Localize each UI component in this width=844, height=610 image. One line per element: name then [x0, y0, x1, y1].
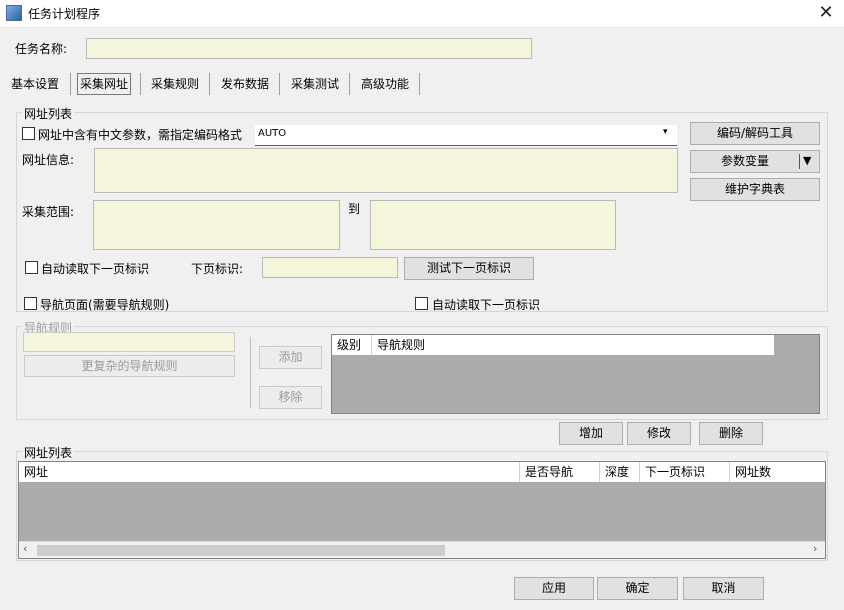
nav-rule-input[interactable] — [23, 332, 235, 352]
column-header-next-mark[interactable]: 下一页标识 — [640, 462, 730, 482]
chinese-param-label: 网址中含有中文参数，需指定编码格式 — [38, 128, 243, 142]
tab-separator — [140, 73, 141, 95]
nav-page-label: 导航页面(需要导航规则) — [40, 298, 170, 312]
range-start-input[interactable] — [93, 200, 340, 250]
range-end-input[interactable] — [370, 200, 616, 250]
cancel-button[interactable]: 取消 — [683, 577, 764, 600]
column-header-url-count[interactable]: 网址数 — [730, 462, 825, 482]
tab-basic-settings[interactable]: 基本设置 — [9, 71, 61, 97]
url-table-header: 网址 是否导航 深度 下一页标识 网址数 — [19, 462, 825, 482]
nav-page-checkbox[interactable] — [24, 297, 37, 310]
chevron-right-icon[interactable]: › — [813, 542, 817, 555]
nav-rules-table-header: 级别 导航规则 — [332, 335, 774, 355]
auto-next-checkbox[interactable] — [25, 261, 38, 274]
close-button[interactable]: ✕ — [808, 0, 844, 28]
url-list-group-title: 网址列表 — [22, 105, 75, 122]
tab-collect-rules[interactable]: 采集规则 — [149, 71, 201, 97]
url-info-input[interactable] — [94, 148, 678, 193]
close-icon: ✕ — [818, 2, 834, 23]
scrollbar-thumb[interactable] — [37, 545, 445, 556]
url-info-label: 网址信息: — [22, 153, 75, 167]
encoding-value: AUTO — [258, 128, 287, 139]
edit-url-button[interactable]: 修改 — [627, 422, 691, 445]
task-name-label: 任务名称: — [15, 42, 68, 56]
next-mark-input[interactable] — [262, 257, 398, 278]
tab-separator — [419, 73, 420, 95]
tab-separator — [349, 73, 350, 95]
column-header-is-nav[interactable]: 是否导航 — [520, 462, 600, 482]
divider — [250, 337, 251, 408]
chevron-left-icon[interactable]: ‹ — [23, 542, 27, 555]
tab-separator — [70, 73, 71, 95]
app-icon — [6, 5, 22, 21]
nav-rules-table[interactable]: 级别 导航规则 — [331, 334, 820, 414]
url-table-title: 网址列表 — [22, 444, 75, 461]
title-bar: 任务计划程序 ✕ — [0, 0, 844, 28]
tab-collect-test[interactable]: 采集测试 — [289, 71, 341, 97]
window-title: 任务计划程序 — [28, 7, 101, 21]
add-nav-rule-button[interactable]: 添加 — [259, 346, 322, 369]
auto-next-label-2: 自动读取下一页标识 — [432, 298, 541, 312]
column-header-depth[interactable]: 深度 — [600, 462, 640, 482]
range-to-label: 到 — [348, 202, 361, 216]
chevron-down-icon: ▾ — [663, 127, 668, 137]
horizontal-scrollbar[interactable]: ‹ › — [19, 541, 825, 558]
dict-button[interactable]: 维护字典表 — [690, 178, 820, 201]
chinese-param-checkbox[interactable] — [22, 127, 35, 140]
url-table[interactable]: 网址 是否导航 深度 下一页标识 网址数 ‹ › — [18, 461, 826, 559]
apply-button[interactable]: 应用 — [514, 577, 594, 600]
complex-nav-rule-button[interactable]: 更复杂的导航规则 — [24, 355, 235, 377]
column-header-level[interactable]: 级别 — [332, 335, 372, 355]
remove-nav-rule-button[interactable]: 移除 — [259, 386, 322, 409]
range-label: 采集范围: — [22, 205, 75, 219]
tab-separator — [279, 73, 280, 95]
encoding-select[interactable]: AUTO ▾ — [255, 125, 677, 146]
encode-tool-button[interactable]: 编码/解码工具 — [690, 122, 820, 145]
auto-next-checkbox-2[interactable] — [415, 297, 428, 310]
add-url-button[interactable]: 增加 — [559, 422, 623, 445]
tab-collect-urls[interactable]: 采集网址 — [77, 73, 132, 95]
column-header-url[interactable]: 网址 — [19, 462, 520, 482]
chevron-down-icon[interactable]: ▼ — [803, 154, 811, 167]
tab-separator — [209, 73, 210, 95]
ok-button[interactable]: 确定 — [597, 577, 678, 600]
next-mark-label: 下页标识: — [191, 262, 244, 276]
tab-advanced[interactable]: 高级功能 — [359, 71, 411, 97]
param-var-label: 参数变量 — [720, 154, 769, 168]
task-name-input[interactable] — [86, 38, 532, 59]
split-divider — [799, 154, 800, 169]
param-var-button[interactable]: 参数变量 ▼ — [690, 150, 820, 173]
delete-url-button[interactable]: 删除 — [699, 422, 763, 445]
tab-publish-data[interactable]: 发布数据 — [219, 71, 271, 97]
test-next-button[interactable]: 测试下一页标识 — [404, 257, 534, 280]
auto-next-label: 自动读取下一页标识 — [41, 262, 150, 276]
column-header-nav-rule[interactable]: 导航规则 — [372, 335, 774, 355]
